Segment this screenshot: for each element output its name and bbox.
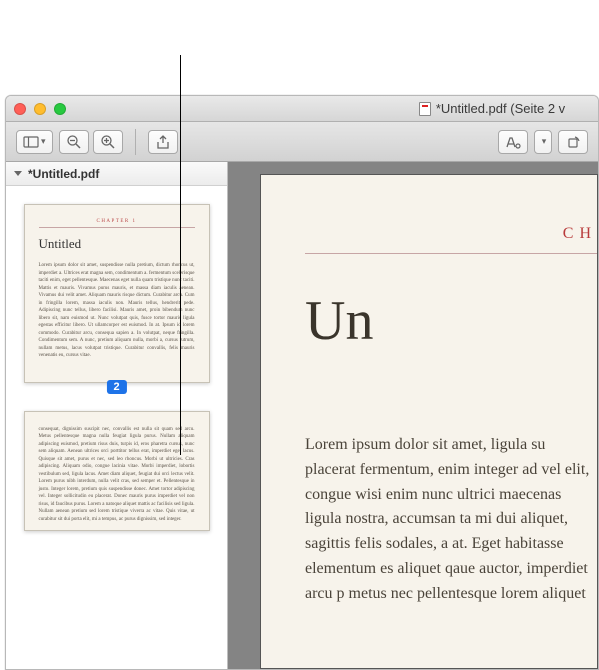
window-controls <box>14 103 66 115</box>
callout-line <box>180 55 181 455</box>
toolbar: ▾ <box>6 122 598 162</box>
markup-icon <box>505 134 521 150</box>
thumbnail-page-3[interactable]: consequat, dignissim suscipit nec, conva… <box>24 411 210 531</box>
page-number-badge: 2 <box>106 380 126 394</box>
thumb-divider <box>39 227 195 228</box>
window-title: *Untitled.pdf (Seite 2 v <box>436 101 565 116</box>
share-button[interactable] <box>148 130 178 154</box>
zoom-out-button[interactable] <box>59 130 89 154</box>
sidebar-icon <box>23 134 39 150</box>
body-area: *Untitled.pdf CHAPTER 1 Untitled Lorem i… <box>6 162 598 669</box>
rotate-icon <box>565 134 581 150</box>
view-mode-button[interactable]: ▾ <box>16 130 53 154</box>
zoom-in-button[interactable] <box>93 130 123 154</box>
sidebar: *Untitled.pdf CHAPTER 1 Untitled Lorem i… <box>6 162 228 669</box>
markup-menu-button[interactable]: ▾ <box>534 130 552 154</box>
markup-button[interactable] <box>498 130 528 154</box>
close-button[interactable] <box>14 103 26 115</box>
thumb-body-text: Lorem ipsum dolor sit amet, suspendisse … <box>39 262 195 360</box>
thumb-chapter-label: CHAPTER 1 <box>39 219 195 224</box>
zoom-in-icon <box>100 134 116 150</box>
maximize-button[interactable] <box>54 103 66 115</box>
chevron-down-icon: ▾ <box>542 136 547 147</box>
chevron-down-icon: ▾ <box>41 136 46 147</box>
page-body-text: Lorem ipsum dolor sit amet, ligula su pl… <box>305 433 597 607</box>
rotate-button[interactable] <box>558 130 588 154</box>
zoom-out-icon <box>66 134 82 150</box>
thumb-body-text: consequat, dignissim suscipit nec, conva… <box>39 426 195 524</box>
disclosure-triangle-icon <box>14 171 22 176</box>
app-window: *Untitled.pdf (Seite 2 v ▾ <box>5 95 599 670</box>
thumbnail-page-2[interactable]: CHAPTER 1 Untitled Lorem ipsum dolor sit… <box>24 204 210 383</box>
chapter-label: CH <box>305 225 597 243</box>
window-title-area: *Untitled.pdf (Seite 2 v <box>6 101 598 116</box>
minimize-button[interactable] <box>34 103 46 115</box>
document-viewport[interactable]: CH Un Lorem ipsum dolor sit amet, ligula… <box>228 162 598 669</box>
thumb-title: Untitled <box>39 236 195 252</box>
titlebar: *Untitled.pdf (Seite 2 v <box>6 96 598 122</box>
share-icon <box>155 134 171 150</box>
chapter-divider <box>305 253 597 254</box>
toolbar-separator <box>135 129 136 155</box>
thumbnail-list: CHAPTER 1 Untitled Lorem ipsum dolor sit… <box>6 186 227 669</box>
sidebar-doc-name: *Untitled.pdf <box>28 167 99 181</box>
document-page: CH Un Lorem ipsum dolor sit amet, ligula… <box>260 174 598 669</box>
document-icon <box>419 102 431 116</box>
sidebar-header[interactable]: *Untitled.pdf <box>6 162 227 186</box>
zoom-group <box>59 130 123 154</box>
page-title: Un <box>305 289 597 353</box>
